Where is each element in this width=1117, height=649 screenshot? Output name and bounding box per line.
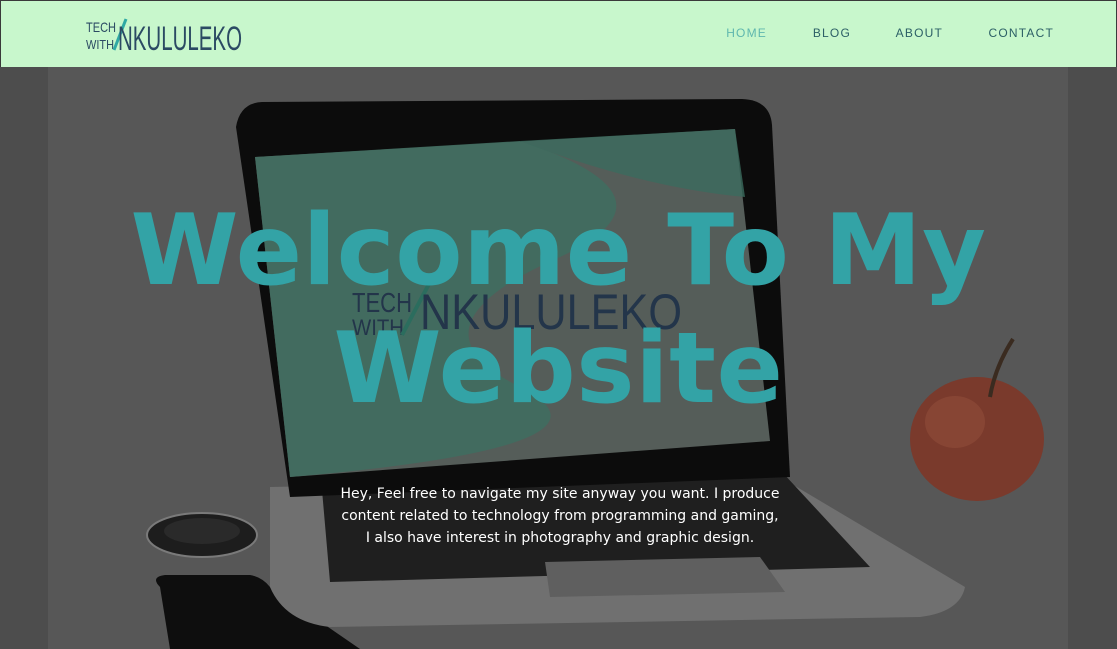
logo-name-text: NKULULEKO bbox=[118, 20, 242, 54]
hero-description: Hey, Feel free to navigate my site anywa… bbox=[340, 486, 780, 546]
site-logo[interactable]: TECH WITH NKULULEKO bbox=[86, 18, 246, 54]
nav-blog-link[interactable]: BLOG bbox=[813, 26, 851, 40]
logo-tech-text: TECH bbox=[86, 19, 116, 35]
nav-contact-link[interactable]: CONTACT bbox=[988, 26, 1054, 40]
nav-about-link[interactable]: ABOUT bbox=[896, 26, 943, 40]
logo-with-text: WITH bbox=[86, 37, 114, 52]
hero-title: Welcome To My Website bbox=[130, 194, 987, 426]
nav-home-link[interactable]: HOME bbox=[726, 26, 767, 40]
page: TECH WITH NKULULEKO HOME BLOG ABOUT CONT… bbox=[0, 0, 1117, 649]
site-header: TECH WITH NKULULEKO HOME BLOG ABOUT CONT… bbox=[0, 0, 1117, 67]
hero-section: TECH WITH NKULULEKO Welcome To My Websit… bbox=[0, 67, 1117, 649]
